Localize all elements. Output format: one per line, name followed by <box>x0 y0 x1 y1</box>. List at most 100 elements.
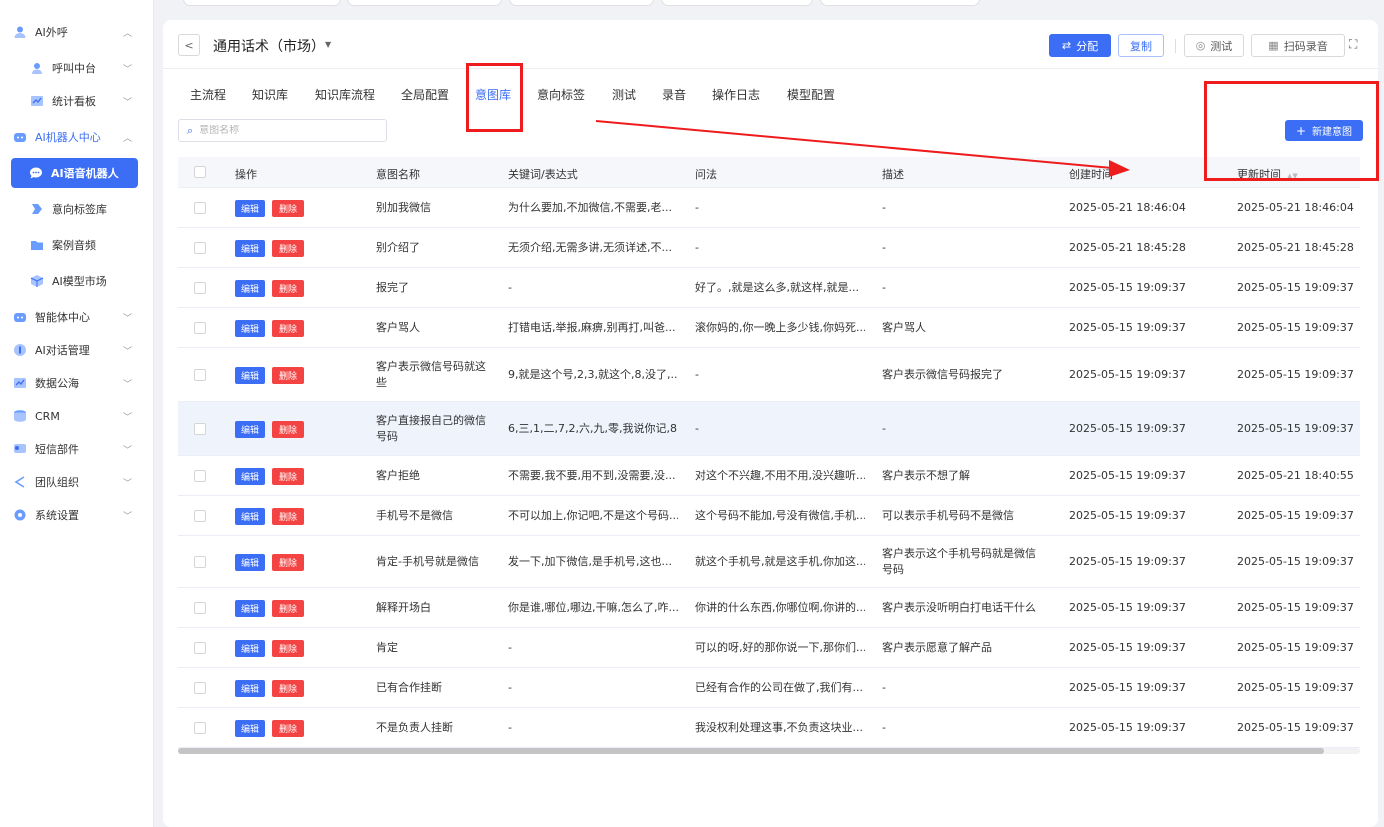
top-tab-stub[interactable] <box>509 0 654 6</box>
row-checkbox[interactable] <box>194 602 206 614</box>
tab-knowledge-flow[interactable]: 知识库流程 <box>315 86 375 103</box>
intent-name: 肯定-手机号就是微信 <box>376 555 479 568</box>
delete-button[interactable]: 删除 <box>272 720 304 737</box>
back-button[interactable]: < <box>178 34 200 56</box>
edit-button[interactable]: 编辑 <box>235 680 265 697</box>
row-checkbox[interactable] <box>194 282 206 294</box>
sidebar-item-ai-dialog[interactable]: AI对话管理 ﹀ <box>0 336 154 364</box>
intent-name: 已有合作挂断 <box>376 681 442 694</box>
row-checkbox[interactable] <box>194 642 206 654</box>
top-tab-stub[interactable] <box>347 0 502 6</box>
delete-button[interactable]: 删除 <box>272 280 304 297</box>
delete-button[interactable]: 删除 <box>272 200 304 217</box>
sidebar-item-ai-robot-center[interactable]: AI机器人中心 ︿ <box>0 123 154 151</box>
row-checkbox[interactable] <box>194 242 206 254</box>
updated-time: 2025-05-15 19:09:37 <box>1237 555 1354 568</box>
top-tab-stub[interactable] <box>183 0 341 6</box>
gear-icon <box>13 508 27 522</box>
scrollbar-thumb[interactable] <box>178 748 1324 754</box>
edit-button[interactable]: 编辑 <box>235 640 265 657</box>
tab-main-flow[interactable]: 主流程 <box>190 86 226 103</box>
sidebar-item-label: AI外呼 <box>35 26 68 39</box>
top-tab-stub[interactable] <box>820 0 980 6</box>
delete-button[interactable]: 删除 <box>272 600 304 617</box>
horizontal-scrollbar[interactable] <box>178 748 1360 754</box>
sidebar-item-crm[interactable]: CRM ﹀ <box>0 402 154 430</box>
edit-button[interactable]: 编辑 <box>235 320 265 337</box>
question-cell: 就这个手机号,就是这手机,你加这... <box>695 555 865 568</box>
keywords-cell: - <box>508 281 512 294</box>
sidebar-item-data-pool[interactable]: 数据公海 ﹀ <box>0 369 154 397</box>
row-checkbox[interactable] <box>194 510 206 522</box>
select-all-checkbox[interactable] <box>194 166 206 178</box>
edit-button[interactable]: 编辑 <box>235 280 265 297</box>
delete-button[interactable]: 删除 <box>272 508 304 525</box>
edit-button[interactable]: 编辑 <box>235 200 265 217</box>
row-checkbox[interactable] <box>194 556 206 568</box>
edit-button[interactable]: 编辑 <box>235 421 265 438</box>
chevron-down-icon: ﹀ <box>122 478 132 489</box>
edit-button[interactable]: 编辑 <box>235 554 265 571</box>
row-checkbox[interactable] <box>194 369 206 381</box>
updated-time: 2025-05-15 19:09:37 <box>1237 422 1354 435</box>
tab-knowledge[interactable]: 知识库 <box>252 86 288 103</box>
main-card: < 通用话术（市场） ▼ ⇄ 分配 复制 ◎ 测试 ▦ 扫码录音 ⛶ 主流程 知… <box>163 20 1378 827</box>
row-checkbox[interactable] <box>194 470 206 482</box>
delete-button[interactable]: 删除 <box>272 240 304 257</box>
edit-button[interactable]: 编辑 <box>235 240 265 257</box>
row-checkbox[interactable] <box>194 322 206 334</box>
sidebar-item-settings[interactable]: 系统设置 ﹀ <box>0 501 154 529</box>
sidebar-item-ai-model-market[interactable]: AI模型市场 <box>0 267 154 295</box>
delete-button[interactable]: 删除 <box>272 367 304 384</box>
sidebar-item-intent-tag-lib[interactable]: 意向标签库 <box>0 195 154 223</box>
sidebar-item-team[interactable]: 团队组织 ﹀ <box>0 468 154 496</box>
sidebar-item-ai-voice-robot[interactable]: AI语音机器人 <box>11 158 138 188</box>
tab-model-config[interactable]: 模型配置 <box>787 86 835 103</box>
tab-recording[interactable]: 录音 <box>662 86 686 103</box>
col-keywords: 关键词/表达式 <box>508 168 578 181</box>
delete-button[interactable]: 删除 <box>272 320 304 337</box>
tab-test[interactable]: 测试 <box>612 86 636 103</box>
sidebar-item-ai-outbound[interactable]: AI外呼 ︿ <box>0 18 154 46</box>
sidebar-item-sms[interactable]: 短信部件 ﹀ <box>0 435 154 463</box>
updated-time: 2025-05-15 19:09:37 <box>1237 641 1354 654</box>
sidebar-item-label: AI对话管理 <box>35 344 90 357</box>
scan-record-button[interactable]: ▦ 扫码录音 <box>1251 34 1345 57</box>
top-tab-stub[interactable] <box>661 0 813 6</box>
copy-button[interactable]: 复制 <box>1118 34 1164 57</box>
search-input[interactable] <box>199 125 370 136</box>
edit-button[interactable]: 编辑 <box>235 367 265 384</box>
keywords-cell: 6,三,1,二,7,2,六,九,零,我说你记,8,... <box>508 422 678 435</box>
intent-search[interactable]: ⌕ <box>178 119 387 142</box>
table-row: 编辑 删除 不是负责人挂断 - 我没权利处理这事,不负责这块业... - 2025-05-1… <box>178 708 1360 748</box>
assign-button[interactable]: ⇄ 分配 <box>1049 34 1111 57</box>
fullscreen-icon[interactable]: ⛶ <box>1349 37 1357 52</box>
tab-global-config[interactable]: 全局配置 <box>401 86 449 103</box>
sidebar-item-case-audio[interactable]: 案例音频 <box>0 231 154 259</box>
sidebar-item-agent-center[interactable]: 智能体中心 ﹀ <box>0 303 154 331</box>
edit-button[interactable]: 编辑 <box>235 600 265 617</box>
delete-button[interactable]: 删除 <box>272 421 304 438</box>
tab-intent-tags[interactable]: 意向标签 <box>537 86 585 103</box>
caret-down-icon[interactable]: ▼ <box>325 40 331 49</box>
row-checkbox[interactable] <box>194 682 206 694</box>
tab-operation-log[interactable]: 操作日志 <box>712 86 760 103</box>
row-checkbox[interactable] <box>194 722 206 734</box>
sidebar-item-dashboard[interactable]: 统计看板 ﹀ <box>0 87 154 115</box>
delete-button[interactable]: 删除 <box>272 554 304 571</box>
edit-button[interactable]: 编辑 <box>235 720 265 737</box>
dialog-icon <box>13 343 27 357</box>
delete-button[interactable]: 删除 <box>272 680 304 697</box>
row-checkbox[interactable] <box>194 423 206 435</box>
test-button[interactable]: ◎ 测试 <box>1184 34 1244 57</box>
chevron-down-icon: ﹀ <box>122 445 132 456</box>
created-time: 2025-05-15 19:09:37 <box>1069 321 1186 334</box>
sidebar-item-call-center[interactable]: 呼叫中台 ﹀ <box>0 54 154 82</box>
edit-button[interactable]: 编辑 <box>235 468 265 485</box>
edit-button[interactable]: 编辑 <box>235 508 265 525</box>
delete-button[interactable]: 删除 <box>272 640 304 657</box>
sidebar-item-label: CRM <box>35 409 60 423</box>
delete-button[interactable]: 删除 <box>272 468 304 485</box>
row-checkbox[interactable] <box>194 202 206 214</box>
chevron-down-icon: ﹀ <box>122 379 132 390</box>
